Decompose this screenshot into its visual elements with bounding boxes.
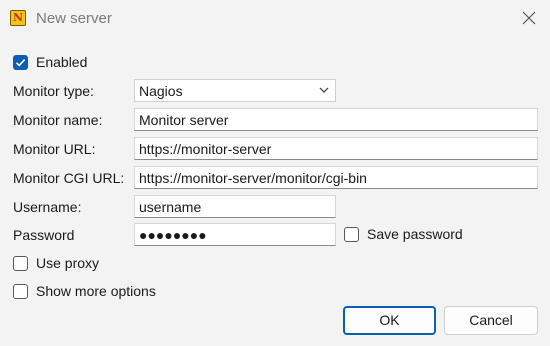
close-icon [522, 11, 536, 25]
password-value: ●●●●●●●● [139, 227, 207, 243]
monitor-type-value: Nagios [139, 83, 183, 99]
monitor-name-input[interactable]: Monitor server [134, 108, 538, 131]
show-more-options-label: Show more options [36, 283, 156, 299]
checkbox-box [13, 283, 28, 299]
window-title: New server [36, 10, 112, 27]
monitor-cgi-url-input[interactable]: https://monitor-server/monitor/cgi-bin [134, 166, 538, 189]
use-proxy-label: Use proxy [36, 255, 100, 271]
save-password-label: Save password [367, 226, 463, 242]
password-input[interactable]: ●●●●●●●● [134, 223, 336, 246]
cancel-button[interactable]: Cancel [444, 306, 538, 335]
monitor-url-input[interactable]: https://monitor-server [134, 137, 538, 160]
checkbox-box [13, 54, 28, 70]
use-proxy-checkbox[interactable]: Use proxy [13, 255, 99, 271]
monitor-name-label: Monitor name: [13, 112, 103, 128]
checkbox-box [13, 255, 28, 271]
username-value: username [139, 199, 202, 215]
enabled-label: Enabled [36, 54, 88, 70]
monitor-url-label: Monitor URL: [13, 141, 96, 157]
show-more-options-checkbox[interactable]: Show more options [13, 283, 156, 299]
monitor-cgi-url-value: https://monitor-server/monitor/cgi-bin [139, 170, 367, 186]
monitor-name-value: Monitor server [139, 112, 229, 128]
monitor-cgi-url-label: Monitor CGI URL: [13, 170, 125, 186]
enabled-checkbox[interactable]: Enabled [13, 54, 87, 70]
username-label: Username: [13, 199, 82, 215]
checkmark-icon [15, 58, 26, 67]
ok-button[interactable]: OK [343, 306, 436, 335]
app-icon: N [10, 10, 26, 26]
monitor-url-value: https://monitor-server [139, 141, 272, 157]
close-button[interactable] [516, 6, 542, 30]
monitor-type-select[interactable]: Nagios [134, 79, 336, 102]
title-bar: N New server [0, 0, 550, 36]
checkbox-box [344, 226, 359, 242]
password-label: Password [13, 227, 75, 243]
save-password-checkbox[interactable]: Save password [344, 226, 463, 242]
chevron-down-icon [319, 87, 329, 93]
username-input[interactable]: username [134, 195, 336, 218]
monitor-type-label: Monitor type: [13, 83, 94, 99]
